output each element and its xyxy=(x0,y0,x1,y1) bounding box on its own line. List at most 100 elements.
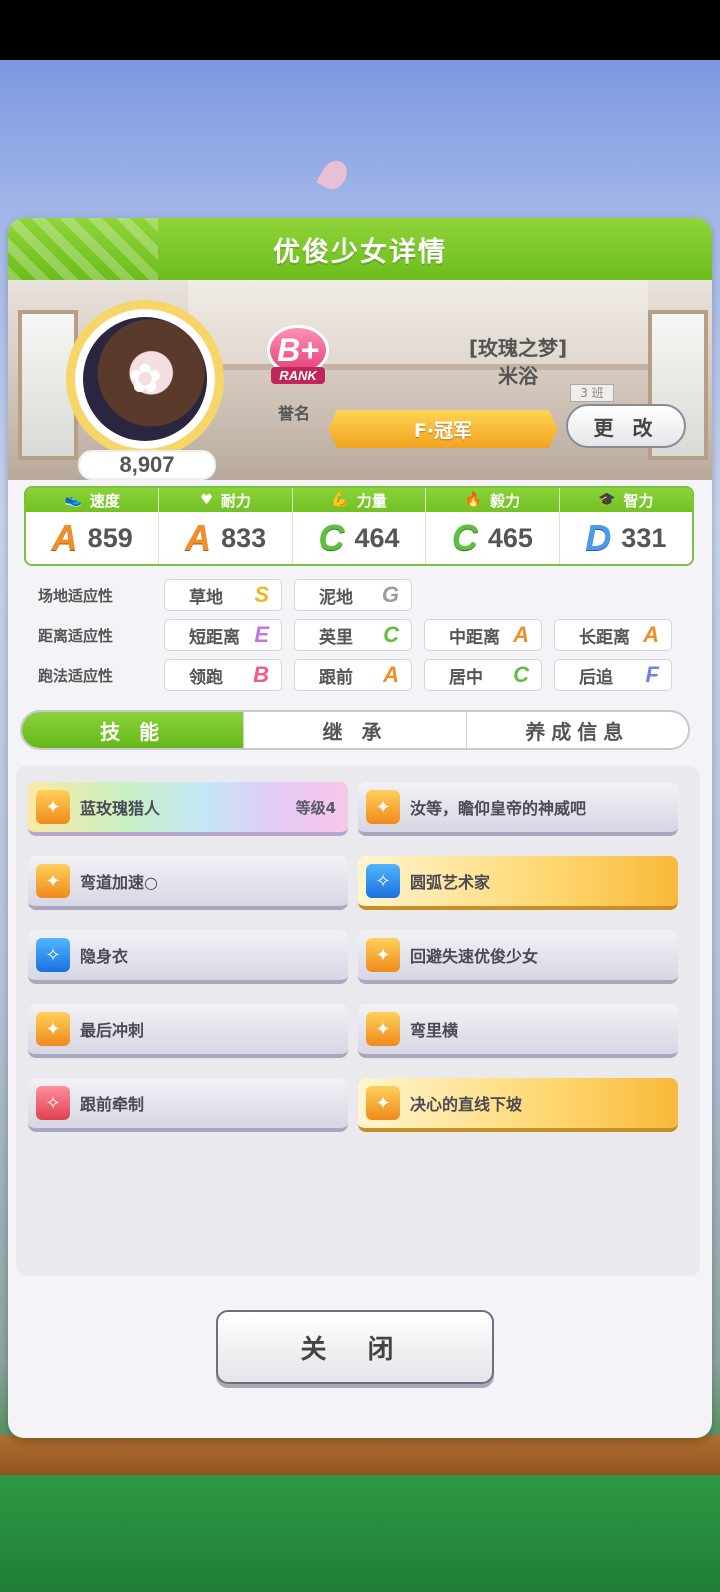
aptitude-mile: 英里 C xyxy=(294,619,412,651)
rank-word: RANK xyxy=(271,367,325,384)
muscle-icon: 💪 xyxy=(331,492,349,508)
aptitude-turf: 草地 S xyxy=(164,579,282,611)
aptitude-medium: 中距离 A xyxy=(424,619,542,651)
aptitude-label: 距离适应性 xyxy=(38,626,114,645)
avatar-frame[interactable]: ✿ xyxy=(66,300,224,458)
runner-icon: ✦ xyxy=(36,864,70,898)
aptitude-name: 长距离 xyxy=(579,627,630,648)
runner-icon: ✦ xyxy=(36,1012,70,1046)
aptitude-grade: A xyxy=(383,662,399,687)
umamusume-detail-dialog: 优俊少女详情 ✿ 8,907 B+ RANK 誉名 [玫瑰之梦] 米浴 3 班 … xyxy=(8,218,712,1438)
aptitude-end: 后追 F xyxy=(554,659,672,691)
aptitude-grade: G xyxy=(381,582,399,607)
aptitude-pace: 跟前 A xyxy=(294,659,412,691)
profile-hero: ✿ 8,907 B+ RANK 誉名 [玫瑰之梦] 米浴 3 班 F·冠军 更 … xyxy=(8,280,712,480)
aptitude-grade: S xyxy=(254,582,269,607)
avatar: ✿ xyxy=(83,317,207,441)
skill-name: 最后冲刺 xyxy=(80,1021,145,1040)
aptitude-long: 长距离 A xyxy=(554,619,672,651)
heart-icon: ♥ xyxy=(200,492,213,508)
stat-value: 465 xyxy=(487,522,533,553)
outfit-name: [玫瑰之梦] xyxy=(468,336,568,360)
skill-item[interactable]: ✧ 圆弧艺术家 xyxy=(358,856,678,910)
skill-item[interactable]: ✦ 汝等，瞻仰皇帝的神威吧 xyxy=(358,782,678,836)
stat-guts: 🔥 毅力 C 465 xyxy=(426,488,560,564)
skill-name: 回避失速优俊少女 xyxy=(410,947,539,966)
stat-stamina: ♥ 耐力 A 833 xyxy=(159,488,293,564)
skill-name: 隐身衣 xyxy=(80,947,129,966)
status-bar xyxy=(0,0,720,60)
runner-icon: ✦ xyxy=(36,790,70,824)
skill-item[interactable]: ✦ 最后冲刺 xyxy=(28,1004,348,1058)
stat-grade: A xyxy=(51,517,78,558)
change-title-button[interactable]: 更 改 xyxy=(566,404,686,448)
aptitude-grade: E xyxy=(254,622,269,647)
shoe-icon: 👟 xyxy=(64,492,82,508)
runner-icon: ✦ xyxy=(366,938,400,972)
style-aptitude-row: 跑法适应性 领跑 B 跟前 A 居中 C 后追 F xyxy=(38,659,698,691)
skill-item[interactable]: ✦ 蓝玫瑰猎人 等级4 xyxy=(28,782,348,836)
skill-name: 汝等，瞻仰皇帝的神威吧 xyxy=(410,799,587,818)
aptitude-grade: C xyxy=(383,622,399,647)
stat-label: 耐力 xyxy=(220,491,251,510)
skill-item[interactable]: ✦ 弯道加速○ xyxy=(28,856,348,910)
aptitude-name: 短距离 xyxy=(189,627,240,648)
skill-item[interactable]: ✦ 回避失速优俊少女 xyxy=(358,930,678,984)
class-tag: 3 班 xyxy=(570,384,614,402)
distance-aptitude-row: 距离适应性 短距离 E 英里 C 中距离 A 长距离 A xyxy=(38,619,698,651)
skill-item[interactable]: ✧ 隐身衣 xyxy=(28,930,348,984)
track-aptitude-row: 场地适应性 草地 S 泥地 G xyxy=(38,579,698,611)
aptitude-name: 跟前 xyxy=(319,667,353,688)
aptitude-grade: A xyxy=(513,622,529,647)
aptitude-label: 场地适应性 xyxy=(38,586,114,605)
evaluation-score: 8,907 xyxy=(78,450,216,480)
dialog-title: 优俊少女详情 xyxy=(273,236,447,268)
aptitude-name: 后追 xyxy=(579,667,613,688)
skill-item[interactable]: ✧ 跟前牵制 xyxy=(28,1078,348,1132)
tab-skills[interactable]: 技 能 xyxy=(22,712,244,748)
skill-name: 跟前牵制 xyxy=(80,1095,145,1114)
aptitude-grade: C xyxy=(513,662,529,687)
aptitude-name: 领跑 xyxy=(189,667,223,688)
stats-panel: 👟 速度 A 859 ♥ 耐力 A 833 💪 力量 C 464 🔥 毅力 C 465 🎓 智力 … xyxy=(24,486,694,566)
aptitude-grade: F xyxy=(645,662,659,687)
stat-label: 力量 xyxy=(356,491,387,510)
aptitude-name: 居中 xyxy=(449,667,483,688)
stat-speed: 👟 速度 A 859 xyxy=(26,488,160,564)
sparkle-icon: ✧ xyxy=(36,938,70,972)
title-banner: F·冠军 xyxy=(328,410,558,448)
tab-training-info[interactable]: 养成信息 xyxy=(465,712,688,748)
stat-grade: A xyxy=(185,517,212,558)
stat-label: 毅力 xyxy=(490,491,521,510)
skill-name: 圆弧艺术家 xyxy=(410,873,491,892)
aptitude-name: 泥地 xyxy=(319,587,353,608)
skill-name: 弯里横 xyxy=(410,1021,459,1040)
skill-name: 蓝玫瑰猎人 xyxy=(80,799,161,818)
background-grass xyxy=(0,1475,720,1592)
skill-item[interactable]: ✦ 弯里横 xyxy=(358,1004,678,1058)
stat-wisdom: 🎓 智力 D 331 xyxy=(559,488,692,564)
debuff-icon: ✧ xyxy=(36,1086,70,1120)
aptitude-name: 中距离 xyxy=(449,627,500,648)
stat-value: 859 xyxy=(87,522,133,553)
stat-value: 464 xyxy=(354,522,400,553)
stat-label: 速度 xyxy=(89,491,120,510)
tab-inheritance[interactable]: 继 承 xyxy=(243,712,465,748)
skill-item[interactable]: ✦ 决心的直线下坡 xyxy=(358,1078,678,1132)
stat-label: 智力 xyxy=(623,491,654,510)
aptitude-name: 英里 xyxy=(319,627,353,648)
aptitude-name: 草地 xyxy=(189,587,223,608)
runner-icon: ✦ xyxy=(366,790,400,824)
stat-power: 💪 力量 C 464 xyxy=(292,488,427,564)
skill-list: ✦ 蓝玫瑰猎人 等级4 ✦ 汝等，瞻仰皇帝的神威吧 ✦ 弯道加速○ ✧ 圆弧艺术… xyxy=(16,766,700,1276)
aptitude-late: 居中 C xyxy=(424,659,542,691)
aptitude-grade: B xyxy=(253,662,269,687)
runner-icon: ✦ xyxy=(366,1012,400,1046)
stat-value: 833 xyxy=(221,522,267,553)
background-rail xyxy=(0,1435,720,1475)
close-button[interactable]: 关 闭 xyxy=(216,1310,494,1384)
runner-icon: ✦ xyxy=(366,1086,400,1120)
aptitude-grade: A xyxy=(643,622,659,647)
skill-level: 等级4 xyxy=(295,798,336,817)
stat-grade: D xyxy=(585,517,612,558)
